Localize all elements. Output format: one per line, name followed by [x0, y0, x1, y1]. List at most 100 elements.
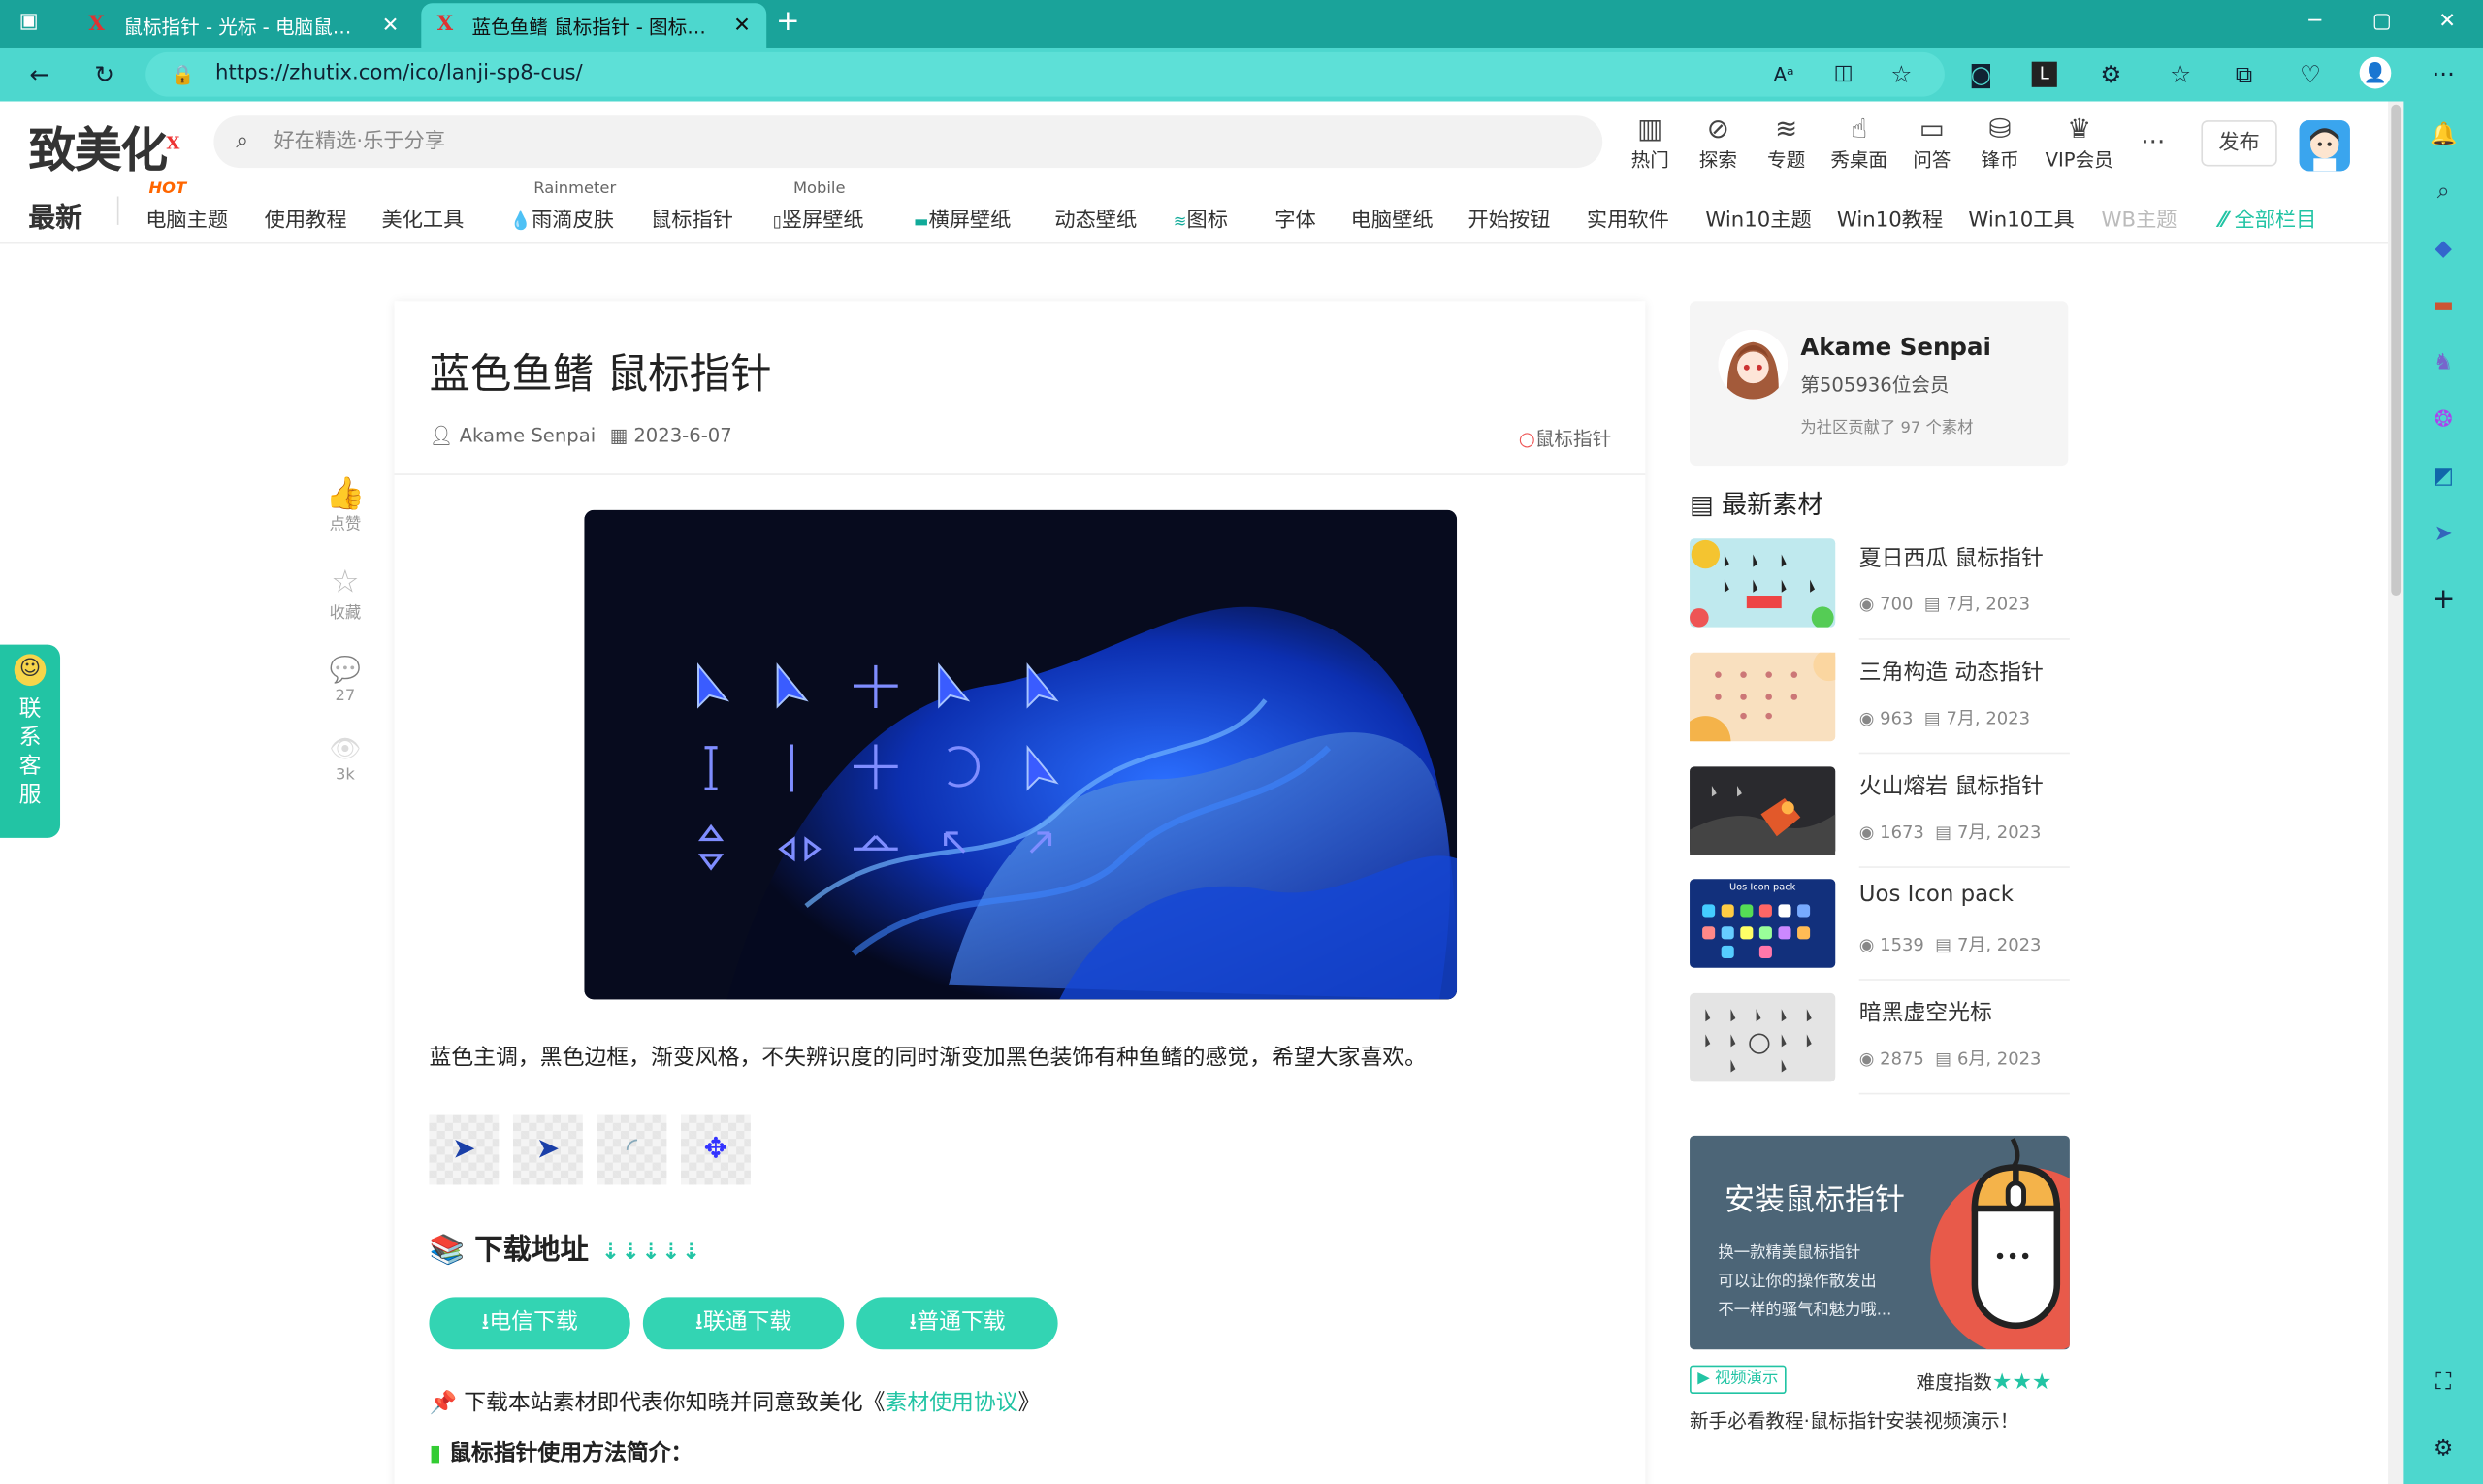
latest-item[interactable]: 夏日西瓜 鼠标指针 ◉ 700 ▤ 7月, 2023 [1690, 538, 2070, 640]
topnav-explore[interactable]: ⊘ 探索 [1687, 114, 1750, 173]
latest-item[interactable]: 火山熔岩 鼠标指针 ◉ 1673 ▤ 7月, 2023 [1690, 766, 2070, 868]
screenshot-icon[interactable]: ⛶ [2426, 1366, 2461, 1401]
site-logo[interactable]: 致美化X [28, 111, 179, 180]
search-icon: ⌕ [236, 128, 249, 154]
tab-cursor-list[interactable]: X 鼠标指针 - 光标 - 电脑鼠标指针下载 ✕ [73, 3, 415, 48]
more-menu-icon[interactable]: ··· [2141, 127, 2165, 157]
unicom-download-button[interactable]: ⭳联通下载 [642, 1297, 845, 1350]
favorites-icon[interactable]: ☆ [2163, 57, 2198, 92]
games-icon[interactable]: ♞ [2426, 345, 2461, 380]
nav-latest[interactable]: 最新 [28, 195, 82, 235]
profile-icon[interactable]: 👤 [2359, 56, 2392, 89]
nav-software[interactable]: 实用软件 [1587, 203, 1669, 233]
customer-service-tab[interactable]: ☺ 联系客服 [0, 644, 61, 838]
new-tab-button[interactable]: + [776, 5, 808, 38]
topnav-hot[interactable]: ▥ 热门 [1619, 114, 1682, 173]
chat-icon: ▭ [1919, 113, 1945, 146]
nav-icons[interactable]: ≋图标 [1174, 203, 1228, 233]
agreement-link[interactable]: 素材使用协议 [885, 1391, 1017, 1416]
nav-dynamic-wallpaper[interactable]: 动态壁纸 [1054, 203, 1137, 233]
tab-current[interactable]: X 蓝色鱼鳍 鼠标指针 - 图标指针 - 致美化 ✕ [421, 3, 767, 48]
nav-cursor[interactable]: 鼠标指针 [651, 203, 733, 233]
window-maximize-button[interactable]: ▢ [2372, 10, 2392, 33]
nav-theme[interactable]: HOT 电脑主题 [145, 180, 228, 233]
video-demo-tag[interactable]: ▶ 视频演示 [1690, 1365, 1787, 1395]
page-scrollbar[interactable] [2388, 101, 2404, 1484]
reader-view-icon[interactable]: ◫ [1834, 52, 1854, 97]
bell-icon[interactable]: 🔔 [2426, 117, 2461, 152]
topnav-topics[interactable]: ≋ 专题 [1755, 114, 1818, 173]
add-icon[interactable]: + [2426, 583, 2461, 618]
window-minimize-button[interactable]: ─ [2308, 10, 2321, 33]
telecom-download-button[interactable]: ⭳电信下载 [429, 1297, 630, 1350]
nav-tutorial[interactable]: 使用教程 [265, 203, 347, 233]
like-button[interactable]: 👍 点赞 [313, 475, 376, 533]
extensions-icon[interactable]: ⚙ [2093, 57, 2128, 92]
latest-item[interactable]: Uos Icon pack Uos Icon pack ◉ 1539 ▤ 7月,… [1690, 879, 2070, 981]
install-tutorial-banner[interactable]: 安装鼠标指针 换一款精美鼠标指针 可以让你的操作散发出 不一样的骚气和魅力哦... [1690, 1135, 2070, 1350]
publish-button[interactable]: 发布 [2201, 120, 2277, 167]
banner-caption[interactable]: 新手必看教程·鼠标指针安装视频演示！ [1690, 1406, 2018, 1434]
nav-win10-tool[interactable]: Win10工具 [1968, 203, 2074, 233]
latest-item[interactable]: 暗黑虚空光标 ◉ 2875 ▤ 6月, 2023 [1690, 992, 2070, 1095]
nav-wb-theme[interactable]: WB主题 [2102, 203, 2177, 233]
nav-rainmeter[interactable]: Rainmeter 💧雨滴皮肤 [510, 180, 616, 233]
back-icon[interactable]: ← [22, 57, 57, 92]
tab-close-icon[interactable]: ✕ [382, 14, 400, 37]
send-icon[interactable]: ➤ [2426, 516, 2461, 551]
read-aloud-icon[interactable]: A͏ᵃ [1774, 52, 1794, 97]
nav-all-columns[interactable]: ⁄⁄ 全部栏目 [2220, 203, 2316, 233]
cursor-thumb-arrow[interactable]: ➤ [429, 1114, 500, 1185]
eye-icon: ◉ [1858, 1048, 1881, 1070]
outlook-icon[interactable]: ◩ [2426, 460, 2461, 495]
tab-actions-icon[interactable]: ▣ [19, 10, 51, 38]
address-bar[interactable]: 🔒 https://zhutix.com/ico/lanji-sp8-cus/ … [145, 51, 1945, 97]
scrollbar-thumb[interactable] [2391, 104, 2402, 597]
topnav-desktop[interactable]: ☝ 秀桌面 [1827, 114, 1890, 173]
site-search-input[interactable]: ⌕ 好在精选·乐于分享 [213, 115, 1603, 169]
settings-icon[interactable]: ⚙ [2426, 1432, 2461, 1467]
nav-beautify[interactable]: 美化工具 [381, 203, 464, 233]
cursor-thumb-working[interactable]: ➤ [512, 1114, 583, 1185]
tab-close-icon[interactable]: ✕ [733, 14, 751, 37]
nav-win10-tutorial[interactable]: Win10教程 [1837, 203, 1943, 233]
eye-icon: ◉ [1858, 822, 1881, 843]
cursor-thumb-move[interactable]: ✥ [681, 1114, 751, 1185]
author-avatar[interactable] [1718, 329, 1789, 400]
normal-download-button[interactable]: ⭳普通下载 [856, 1297, 1058, 1350]
settings-more-icon[interactable]: ··· [2426, 57, 2461, 92]
nav-start-button[interactable]: 开始按钮 [1467, 203, 1550, 233]
window-close-button[interactable]: ✕ [2438, 10, 2456, 33]
nav-fonts[interactable]: 字体 [1274, 203, 1315, 233]
nav-pc-wallpaper[interactable]: 电脑壁纸 [1351, 203, 1434, 233]
mouse-illustration [1930, 1138, 2070, 1350]
tag-icon[interactable]: ◆ [2426, 231, 2461, 266]
member-number: 第505936位会员 [1800, 373, 1950, 397]
browser-essentials-icon[interactable]: ♡ [2293, 57, 2328, 92]
copilot-icon[interactable]: ❂ [2426, 403, 2461, 437]
author-name[interactable]: Akame Senpai [1800, 333, 1991, 361]
extension-game-icon[interactable]: ◙ [1963, 57, 1998, 92]
author-meta[interactable]: 👤︎ Akame Senpai [429, 425, 596, 447]
search-icon[interactable]: ⌕ [2426, 175, 2461, 210]
topnav-vip[interactable]: ♛ VIP会员 [2041, 114, 2116, 173]
download-icon: ⭳ [481, 1309, 490, 1336]
nav-vertical-wallpaper[interactable]: Mobile ▯竖屏壁纸 [773, 180, 864, 233]
topnav-qa[interactable]: ▭ 问答 [1900, 114, 1963, 173]
favorite-button[interactable]: ☆ 收藏 [313, 564, 376, 622]
extension-l-icon[interactable]: L [2031, 61, 2057, 87]
topnav-coins[interactable]: ⛁ 锋币 [1968, 114, 2031, 173]
user-icon: 👤︎ [429, 424, 460, 447]
category-tag[interactable]: ○鼠标指针 [1519, 425, 1612, 452]
tools-icon[interactable]: ▬ [2426, 288, 2461, 323]
favorite-star-icon[interactable]: ☆ [1890, 52, 1912, 97]
collections-icon[interactable]: ⧉ [2227, 57, 2262, 92]
user-avatar[interactable] [2299, 120, 2350, 172]
latest-item-meta: ◉ 2875 ▤ 6月, 2023 [1858, 1048, 2042, 1070]
nav-horizontal-wallpaper[interactable]: ▬横屏壁纸 [914, 203, 1011, 233]
nav-win10-theme[interactable]: Win10主题 [1705, 203, 1811, 233]
refresh-icon[interactable]: ↻ [87, 57, 122, 92]
comment-button[interactable]: 💬 27 [313, 653, 376, 704]
cursor-thumb-busy[interactable]: ◜ [597, 1114, 667, 1185]
latest-item[interactable]: 三角构造 动态指针 ◉ 963 ▤ 7月, 2023 [1680, 649, 2070, 767]
